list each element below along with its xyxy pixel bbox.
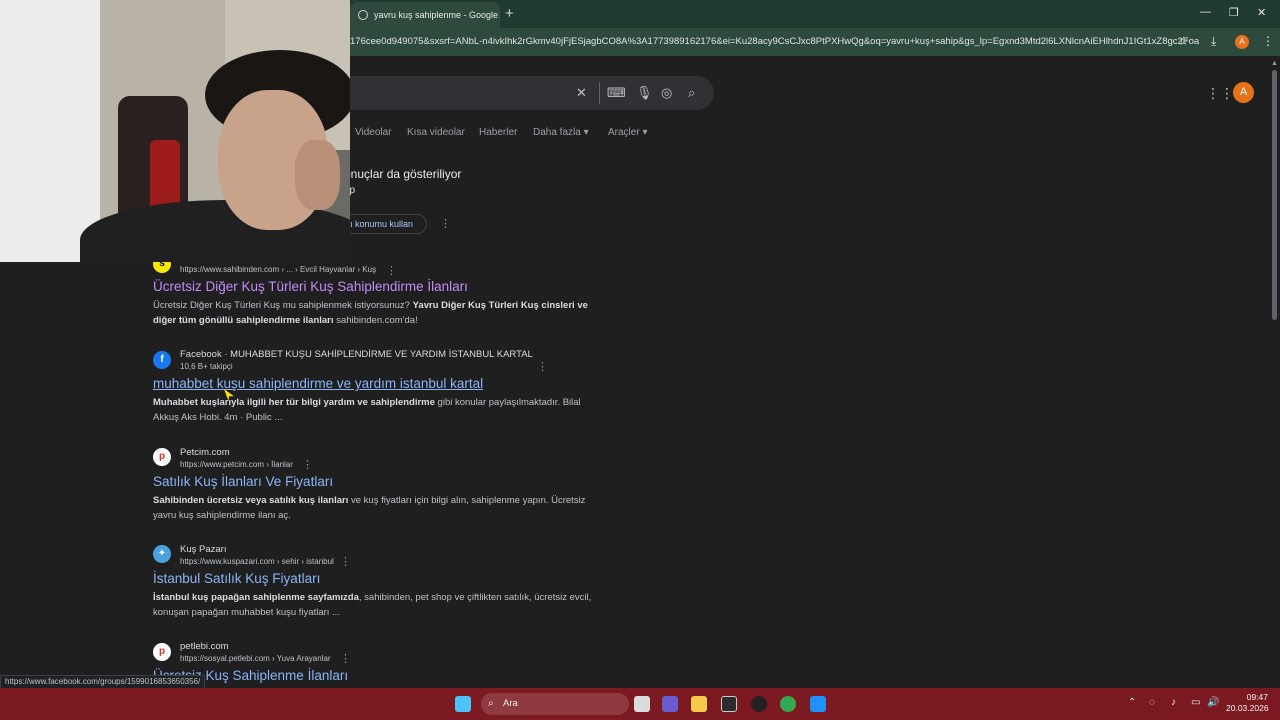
result-title[interactable]: İstanbul Satılık Kuş Fiyatları bbox=[153, 571, 320, 586]
result-site: Facebook · MUHABBET KUŞU SAHİPLENDİRME V… bbox=[180, 349, 533, 360]
tab-tools[interactable]: Araçler ▾ bbox=[608, 127, 648, 138]
facebook-favicon-icon: f bbox=[153, 351, 171, 369]
more-options-icon[interactable]: ⋮ bbox=[440, 217, 451, 230]
webcam-overlay bbox=[0, 0, 350, 262]
result-title[interactable]: muhabbet kuşu sahiplendirme ve yardım is… bbox=[153, 376, 483, 391]
tab-more[interactable]: Daha fazla ▾ bbox=[533, 127, 589, 138]
result-snippet: Muhabbet kuşlarıyla ilgili her tür bilgi… bbox=[153, 397, 581, 423]
result-options-icon[interactable]: ⋮ bbox=[302, 458, 313, 471]
result-url[interactable]: https://sosyal.petlebi.com › Yuva Arayan… bbox=[180, 654, 331, 663]
chrome-icon[interactable] bbox=[780, 696, 796, 712]
address-bar[interactable]: 176cee0d949075&sxsrf=ANbL-n4ivkIhk2rGkmv… bbox=[350, 31, 1200, 53]
result-url[interactable]: https://www.petcim.com › İlanlar bbox=[180, 460, 293, 469]
result-snippet: İstanbul kuş papağan sahiplenme sayfamız… bbox=[153, 592, 592, 618]
result-snippet: Sahibinden ücretsiz veya satılık kuş ila… bbox=[153, 495, 586, 521]
result-options-icon[interactable]: ⋮ bbox=[340, 652, 351, 665]
lens-camera-icon[interactable]: ◎ bbox=[661, 85, 672, 101]
copilot-icon[interactable] bbox=[662, 696, 678, 712]
search-divider bbox=[599, 82, 600, 104]
store-icon[interactable] bbox=[721, 696, 737, 712]
result-options-icon[interactable]: ⋮ bbox=[386, 264, 397, 277]
search-icon[interactable]: ⌕ bbox=[688, 85, 695, 101]
result-snippet: Ücretsiz Diğer Kuş Türleri Kuş mu sahipl… bbox=[153, 300, 588, 326]
clock-date: 20.03.2026 bbox=[1226, 703, 1269, 713]
clock-time: 09:47 bbox=[1246, 692, 1268, 702]
kuspazari-favicon-icon: ✦ bbox=[153, 545, 171, 563]
tab-videos[interactable]: Videolar bbox=[355, 127, 392, 138]
webcam-person-hand bbox=[295, 140, 340, 210]
scrollbar-thumb[interactable] bbox=[1272, 70, 1277, 320]
result-title[interactable]: Ücretsiz Diğer Kuş Türleri Kuş Sahiplend… bbox=[153, 279, 468, 294]
profile-avatar[interactable]: A bbox=[1235, 35, 1249, 49]
result-url: 10,6 B+ takipçi bbox=[180, 362, 233, 371]
clear-search-icon[interactable]: ✕ bbox=[576, 85, 587, 101]
chevron-down-icon: ▾ bbox=[583, 127, 589, 138]
link-status-bar: https://www.facebook.com/groups/15990168… bbox=[0, 675, 206, 689]
location-notice-title: onuçlar da gösteriliyor bbox=[344, 167, 462, 181]
new-tab-button[interactable]: + bbox=[505, 5, 514, 22]
window-close-icon[interactable]: ✕ bbox=[1257, 6, 1266, 19]
tab-news[interactable]: Haberler bbox=[479, 127, 517, 138]
download-icon[interactable]: ⤓ bbox=[1211, 34, 1216, 49]
tab-more-label: Daha fazla bbox=[533, 127, 581, 138]
result-options-icon[interactable]: ⋮ bbox=[340, 555, 351, 568]
display-icon[interactable]: ▭ bbox=[1191, 697, 1200, 708]
search-input[interactable] bbox=[330, 76, 714, 110]
tab-tools-label: Araçler bbox=[608, 127, 640, 138]
scroll-up-icon[interactable]: ▲ bbox=[1271, 60, 1278, 67]
result-url[interactable]: https://www.kuspazari.com › sehir › ista… bbox=[180, 557, 334, 566]
menu-dots-icon[interactable]: ⋮ bbox=[1262, 34, 1274, 48]
account-avatar[interactable]: A bbox=[1233, 82, 1254, 103]
taskbar-search[interactable]: ⌕ Ara bbox=[481, 693, 629, 715]
result-site: Petcim.com bbox=[180, 447, 230, 458]
task-view-icon[interactable] bbox=[634, 696, 650, 712]
tab-favicon-icon bbox=[358, 10, 368, 20]
result-site: Kuş Pazarı bbox=[180, 544, 227, 555]
result-url[interactable]: https://www.sahibinden.com › ... › Evcil… bbox=[180, 265, 376, 274]
start-windows-icon[interactable] bbox=[455, 696, 471, 712]
restore-icon[interactable]: ❐ bbox=[1229, 6, 1239, 19]
browser-tab[interactable]: yavru kuş sahiplenme - Google ✕ bbox=[350, 2, 500, 28]
taskbar-clock[interactable]: 09:47 20.03.2026 bbox=[1226, 692, 1269, 714]
chevron-down-icon: ▾ bbox=[642, 127, 648, 138]
app-icon[interactable] bbox=[751, 696, 767, 712]
result-title[interactable]: Satılık Kuş İlanları Ve Fiyatları bbox=[153, 474, 333, 489]
tab-close-icon[interactable]: ✕ bbox=[498, 9, 500, 22]
search-icon: ⌕ bbox=[488, 698, 494, 709]
minimize-icon[interactable]: — bbox=[1200, 6, 1211, 18]
app-window-icon[interactable] bbox=[810, 696, 826, 712]
volume-icon[interactable]: 🔊 bbox=[1207, 697, 1219, 708]
keyboard-icon[interactable]: ⌨ bbox=[607, 85, 626, 101]
result-options-icon[interactable]: ⋮ bbox=[537, 360, 548, 373]
tab-title: yavru kuş sahiplenme - Google bbox=[374, 10, 499, 20]
bookmark-star-icon[interactable]: ☆ bbox=[1178, 34, 1189, 48]
petcim-favicon-icon: p bbox=[153, 448, 171, 466]
tab-short-videos[interactable]: Kısa videolar bbox=[407, 127, 465, 138]
petlebi-favicon-icon: p bbox=[153, 643, 171, 661]
taskbar-search-label: Ara bbox=[503, 698, 518, 709]
network-icon[interactable]: ◌ bbox=[1149, 697, 1155, 708]
tray-chevron-icon[interactable]: ⌃ bbox=[1128, 697, 1136, 708]
webcam-wall bbox=[0, 0, 100, 262]
file-explorer-icon[interactable] bbox=[691, 696, 707, 712]
result-site: petlebi.com bbox=[180, 641, 229, 652]
microphone-icon[interactable]: ♪ bbox=[1171, 697, 1176, 708]
microphone-icon[interactable]: 🎙 bbox=[636, 85, 653, 101]
